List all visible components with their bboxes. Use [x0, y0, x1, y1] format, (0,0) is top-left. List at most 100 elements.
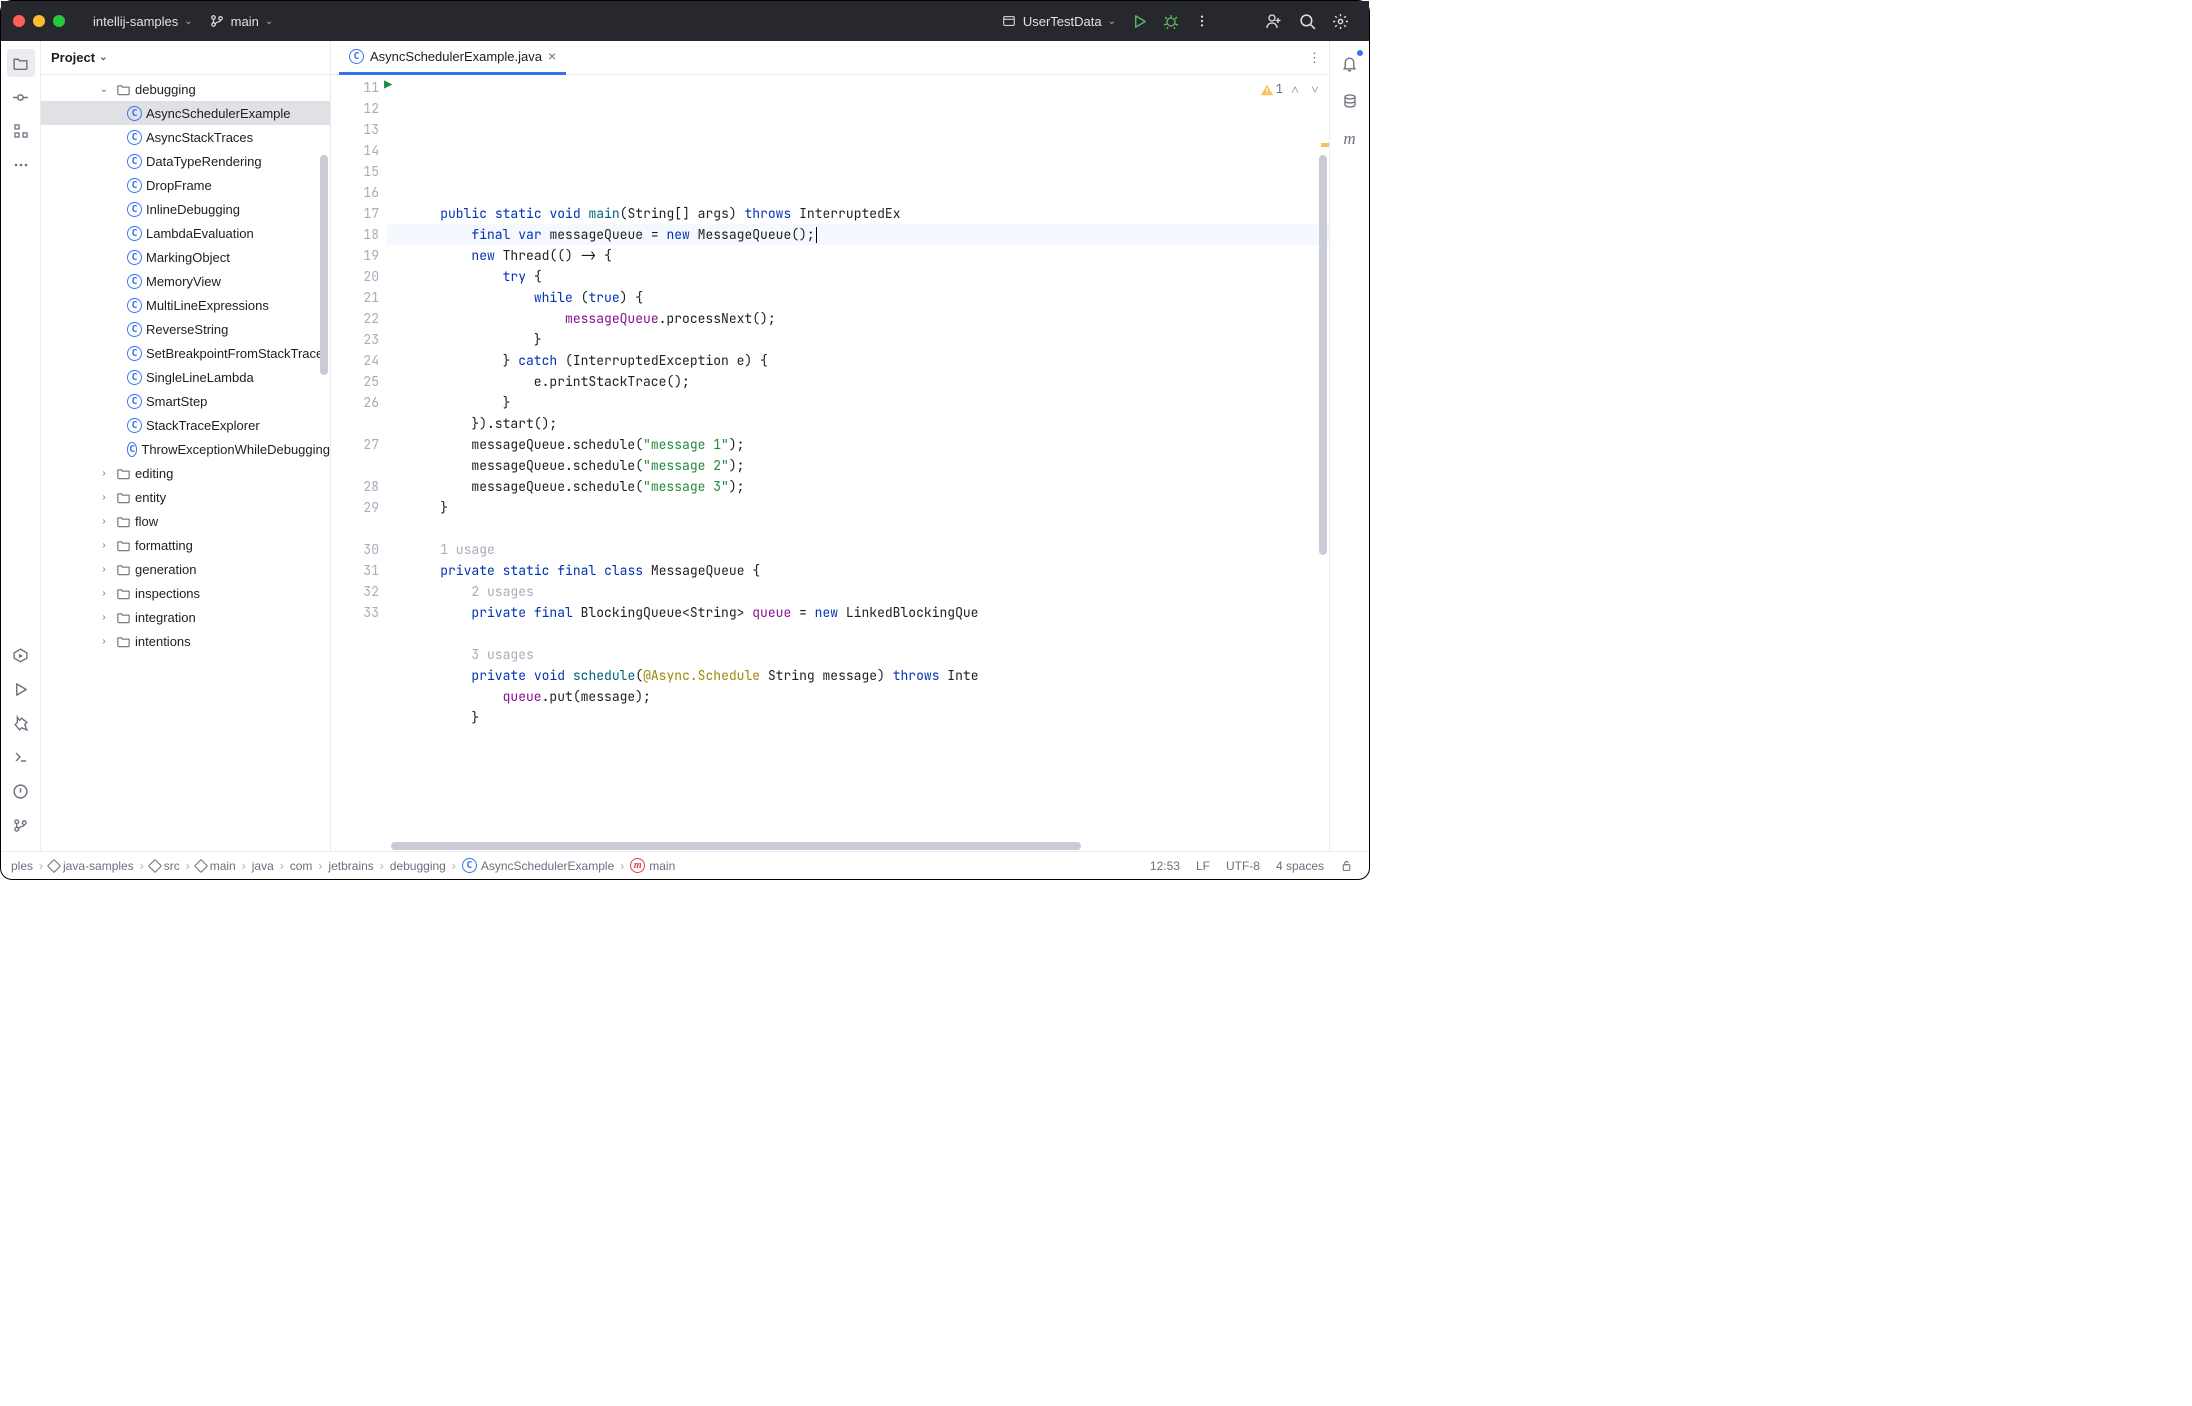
folder-icon [115, 609, 131, 625]
debug-button[interactable] [1155, 9, 1187, 33]
vcs-tool[interactable] [7, 811, 35, 839]
editor-vscrollbar[interactable] [1319, 155, 1327, 555]
right-toolbar: m [1329, 41, 1369, 851]
breadcrumb-item[interactable]: main [196, 859, 236, 873]
maximize-window[interactable] [53, 15, 65, 27]
project-selector[interactable]: intellij-samples ⌄ [85, 10, 201, 33]
project-tree[interactable]: ⌄ debugging C AsyncSchedulerExample CAsync… [41, 75, 330, 851]
class-icon: C [127, 106, 142, 121]
tab-label: AsyncSchedulerExample.java [370, 49, 542, 64]
tree-folder-item[interactable]: ›flow [41, 509, 330, 533]
chevron-right-icon[interactable]: › [97, 492, 111, 503]
tree-label: DropFrame [146, 178, 212, 193]
chevron-right-icon[interactable]: › [97, 612, 111, 623]
class-icon: C [127, 370, 142, 385]
tree-class-item[interactable]: CDataTypeRendering [41, 149, 330, 173]
database-tool[interactable] [1336, 87, 1364, 115]
chevron-right-icon[interactable]: › [97, 468, 111, 479]
breadcrumb-item[interactable]: ples [11, 859, 33, 873]
tree-class-item[interactable]: CInlineDebugging [41, 197, 330, 221]
chevron-right-icon[interactable]: › [97, 588, 111, 599]
settings-button[interactable] [1324, 9, 1357, 34]
tree-folder-debugging[interactable]: ⌄ debugging [41, 77, 330, 101]
tree-class-item[interactable]: CSmartStep [41, 389, 330, 413]
problems-tool[interactable] [7, 777, 35, 805]
breadcrumb-item[interactable]: java-samples [49, 859, 134, 873]
tree-label: ReverseString [146, 322, 228, 337]
tree-class-item[interactable]: CAsyncStackTraces [41, 125, 330, 149]
close-window[interactable] [13, 15, 25, 27]
tree-folder-item[interactable]: › formatting [41, 533, 330, 557]
chevron-right-icon[interactable]: › [97, 540, 111, 551]
line-separator[interactable]: LF [1190, 859, 1216, 873]
project-tool[interactable] [7, 49, 35, 77]
minimize-window[interactable] [33, 15, 45, 27]
tree-class-item[interactable]: CMemoryView [41, 269, 330, 293]
tree-label: entity [135, 490, 166, 505]
terminal-tool[interactable] [7, 743, 35, 771]
run-config-selector[interactable]: UserTestData ⌄ [993, 9, 1124, 33]
maven-tool[interactable]: m [1336, 125, 1364, 153]
code-with-me[interactable] [1257, 8, 1291, 34]
encoding[interactable]: UTF-8 [1220, 859, 1266, 873]
editor-tab[interactable]: C AsyncSchedulerExample.java × [339, 41, 566, 75]
more-tools[interactable] [7, 151, 35, 179]
tab-actions[interactable]: ⋮ [1308, 50, 1329, 66]
tree-scrollbar[interactable] [320, 155, 328, 375]
tree-folder-item[interactable]: ›generation [41, 557, 330, 581]
run-button[interactable] [1124, 10, 1155, 33]
tree-class-item[interactable]: CLambdaEvaluation [41, 221, 330, 245]
chevron-right-icon[interactable]: › [97, 564, 111, 575]
prev-highlight[interactable]: ˄ [1287, 79, 1303, 100]
next-highlight[interactable]: ˅ [1307, 79, 1323, 100]
tree-folder-item[interactable]: › entity [41, 485, 330, 509]
run-tool[interactable] [7, 675, 35, 703]
tree-class-item[interactable]: CDropFrame [41, 173, 330, 197]
project-panel-title: Project [51, 50, 95, 65]
commit-tool[interactable] [7, 83, 35, 111]
structure-tool[interactable] [7, 117, 35, 145]
inspection-badge[interactable]: 1 [1260, 79, 1283, 100]
caret-position[interactable]: 12:53 [1144, 859, 1186, 873]
chevron-right-icon[interactable]: › [97, 516, 111, 527]
tree-class-item[interactable]: CStackTraceExplorer [41, 413, 330, 437]
gutter[interactable]: 1112131415161718192021222324252627282930… [331, 75, 387, 841]
tree-folder-item[interactable]: ›integration [41, 605, 330, 629]
editor-hscrollbar[interactable] [391, 842, 1081, 850]
notifications-tool[interactable] [1336, 49, 1364, 77]
breadcrumb-item[interactable]: mmain [630, 858, 675, 873]
warning-stripe[interactable] [1321, 143, 1329, 147]
tree-label: formatting [135, 538, 193, 553]
tree-class-item[interactable]: CSetBreakpointFromStackTrace [41, 341, 330, 365]
indent[interactable]: 4 spaces [1270, 859, 1330, 873]
breadcrumb-item[interactable]: CAsyncSchedulerExample [462, 858, 614, 873]
build-tool[interactable] [7, 709, 35, 737]
project-panel-header[interactable]: Project ⌄ [41, 41, 330, 75]
tree-class-item[interactable]: C AsyncSchedulerExample [41, 101, 330, 125]
close-tab-icon[interactable]: × [548, 48, 556, 64]
tree-class-item[interactable]: CSingleLineLambda [41, 365, 330, 389]
breadcrumb-item[interactable]: com [290, 859, 313, 873]
breadcrumb-item[interactable]: src [150, 859, 180, 873]
tree-folder-item[interactable]: ›intentions [41, 629, 330, 653]
tree-class-item[interactable]: CReverseString [41, 317, 330, 341]
code-editor[interactable]: 1112131415161718192021222324252627282930… [331, 75, 1329, 841]
branch-selector[interactable]: main ⌄ [201, 9, 282, 33]
tree-folder-item[interactable]: ›editing [41, 461, 330, 485]
chevron-down-icon[interactable]: ⌄ [97, 84, 111, 95]
breadcrumb-item[interactable]: debugging [390, 859, 446, 873]
tree-class-item[interactable]: CMultiLineExpressions [41, 293, 330, 317]
services-tool[interactable] [7, 641, 35, 669]
breadcrumb-item[interactable]: java [252, 859, 274, 873]
tree-label: AsyncSchedulerExample [146, 106, 291, 121]
code-content[interactable]: 1 ˄˅ public static void main(String[] ar… [387, 75, 1329, 841]
breadcrumb-item[interactable]: jetbrains [328, 859, 373, 873]
class-icon: C [127, 154, 142, 169]
readonly-toggle[interactable] [1334, 859, 1359, 872]
tree-class-item[interactable]: CMarkingObject [41, 245, 330, 269]
tree-folder-item[interactable]: ›inspections [41, 581, 330, 605]
tree-class-item[interactable]: CThrowExceptionWhileDebugging [41, 437, 330, 461]
more-actions[interactable] [1187, 10, 1217, 32]
search-everywhere[interactable] [1291, 9, 1324, 34]
chevron-right-icon[interactable]: › [97, 636, 111, 647]
